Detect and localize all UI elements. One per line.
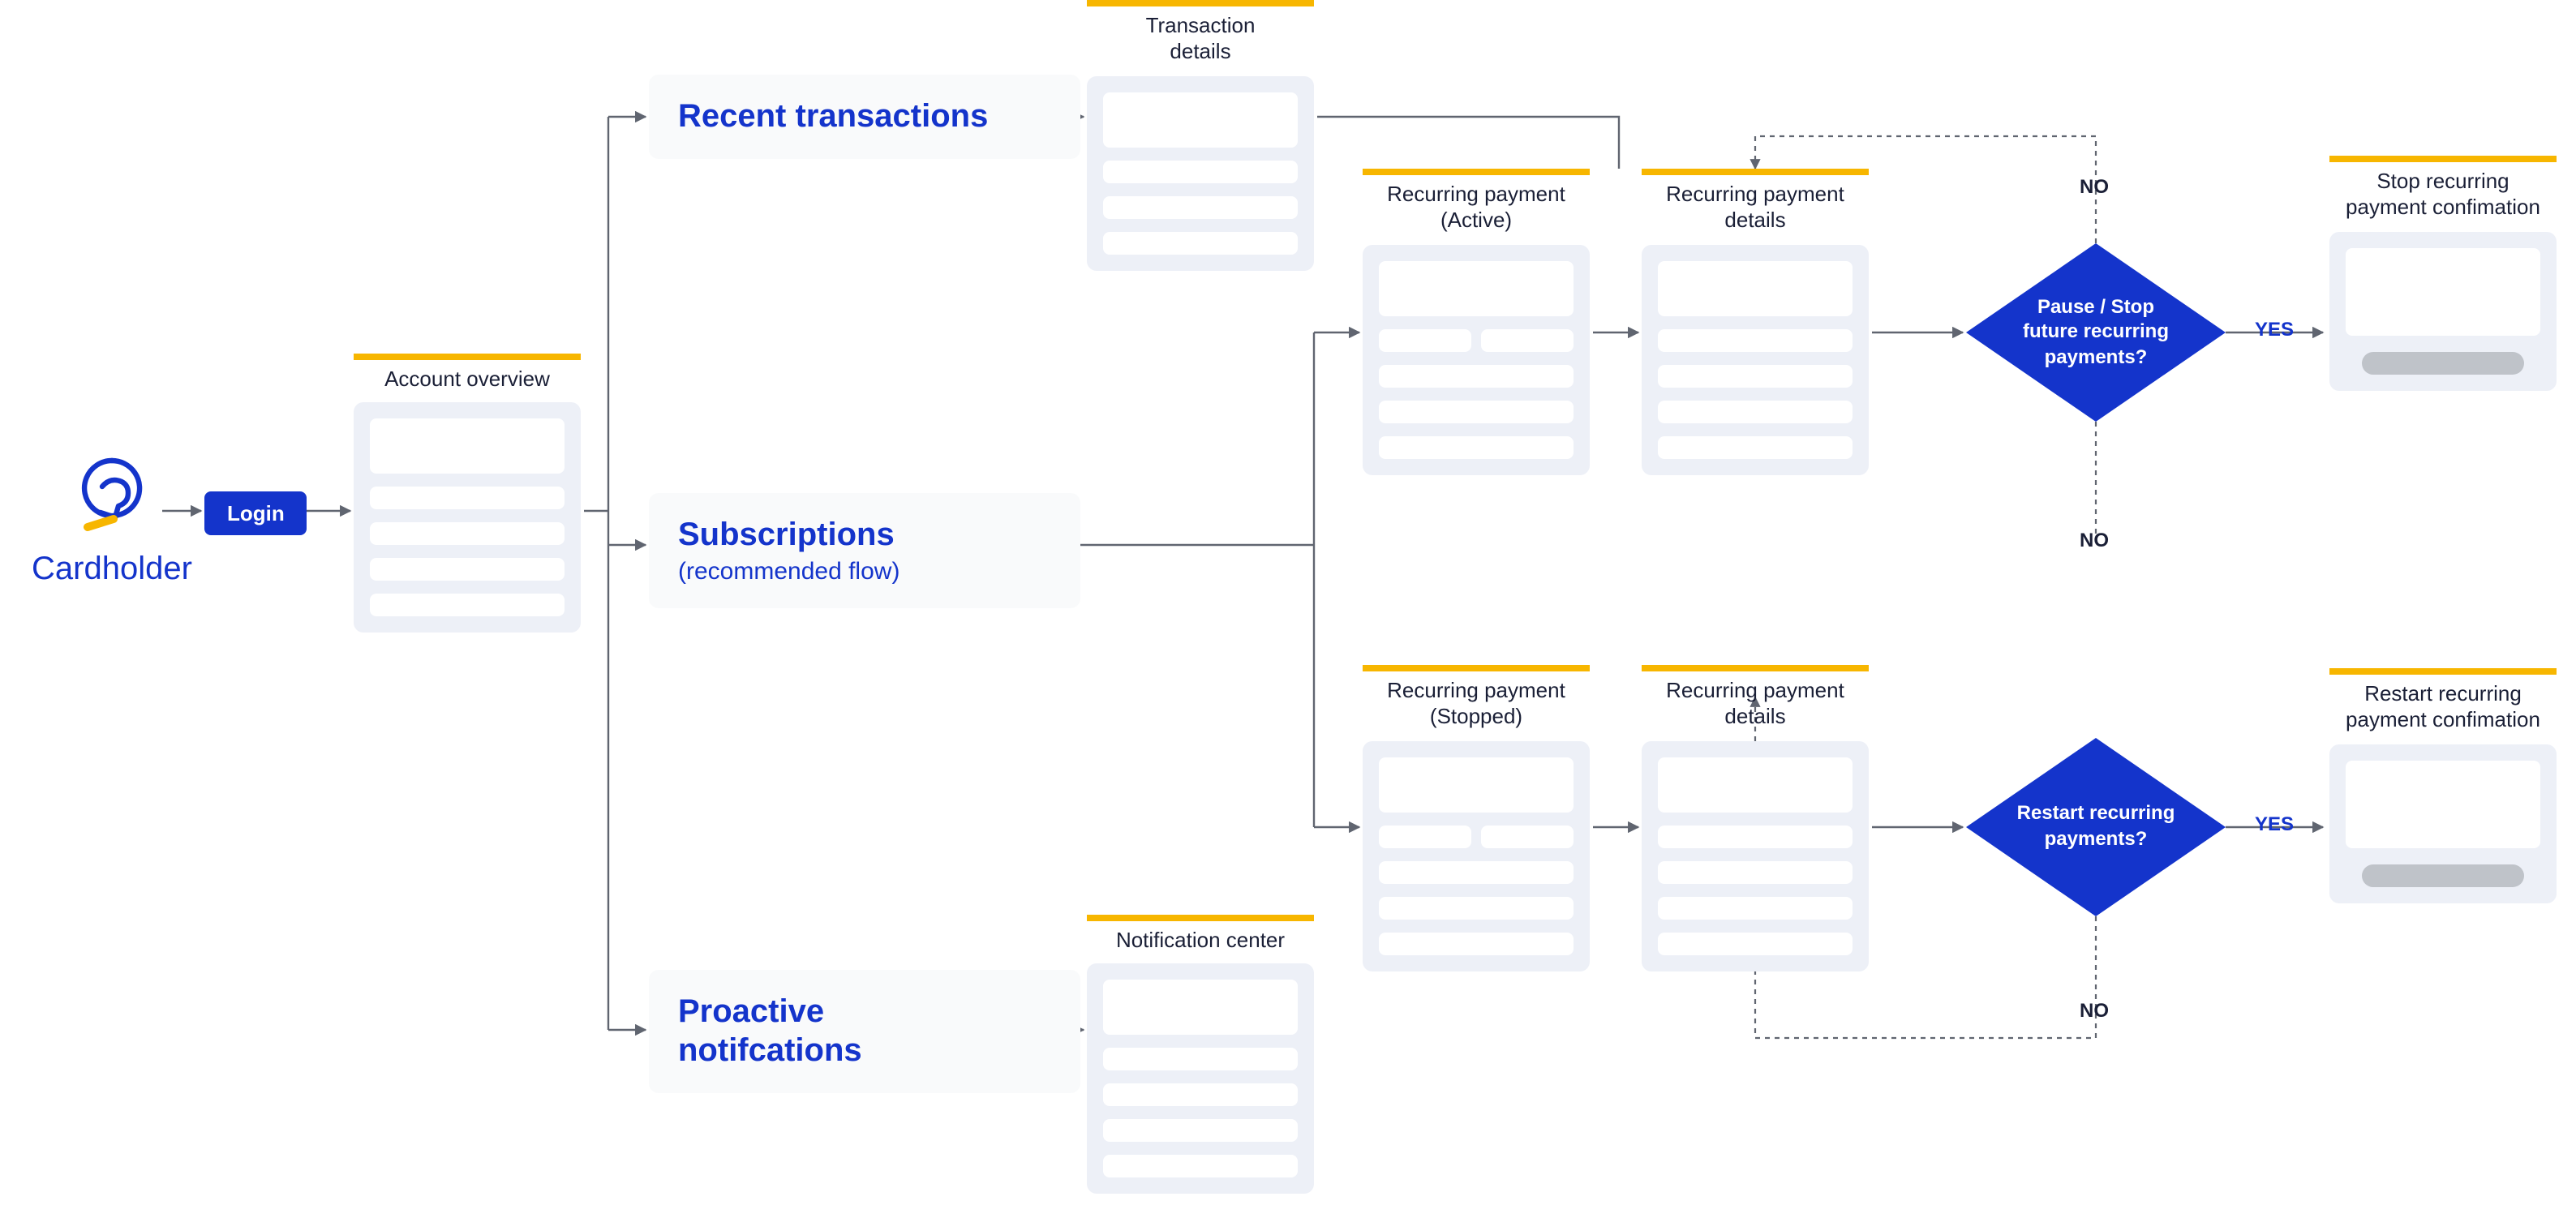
screen-rp-stopped-details: Recurring payment details	[1642, 665, 1869, 971]
screen-rp-stopped: Recurring payment (Stopped)	[1363, 665, 1590, 971]
login-button[interactable]: Login	[204, 491, 307, 535]
actor-cardholder: Cardholder	[23, 448, 201, 589]
login-label: Login	[227, 501, 285, 525]
screen-notification-center: Notification center	[1087, 915, 1314, 1194]
nav-title: Proactive notifcations	[678, 993, 1051, 1070]
edge-no-middle: NO	[2080, 529, 2109, 551]
nav-proactive-notifications[interactable]: Proactive notifcations	[649, 970, 1080, 1093]
screen-title: Account overview	[354, 360, 581, 403]
nav-title: Recent transactions	[678, 97, 1051, 136]
nav-subscriptions[interactable]: Subscriptions (recommended flow)	[649, 493, 1080, 608]
screen-title: Notification center	[1087, 921, 1314, 964]
actor-label: Cardholder	[23, 551, 201, 589]
decision-restart: Restart recurring payments?	[1966, 738, 2226, 916]
screen-account-overview: Account overview	[354, 354, 581, 633]
nav-title: Subscriptions	[678, 516, 1051, 555]
screen-title: Stop recurring payment confimation	[2329, 162, 2557, 231]
nav-subtitle: (recommended flow)	[678, 558, 1051, 585]
screen-restart-confirm: Restart recurring payment confimation	[2329, 668, 2557, 903]
decision-pause-stop: Pause / Stop future recurring payments?	[1966, 243, 2226, 422]
user-head-icon	[65, 448, 159, 542]
screen-title: Recurring payment details	[1642, 175, 1869, 244]
screen-title: Recurring payment (Stopped)	[1363, 671, 1590, 740]
screen-title: Restart recurring payment confimation	[2329, 675, 2557, 744]
nav-recent-transactions[interactable]: Recent transactions	[649, 75, 1080, 159]
screen-title: Transaction details	[1087, 6, 1314, 75]
screen-transaction-details: Transaction details	[1087, 0, 1314, 270]
decision-text: Restart recurring payments?	[1994, 802, 2198, 852]
screen-stop-confirm: Stop recurring payment confimation	[2329, 156, 2557, 390]
edge-no-bottom: NO	[2080, 999, 2109, 1022]
edge-yes-bottom: YES	[2255, 813, 2294, 835]
edge-yes-top: YES	[2255, 318, 2294, 341]
screen-title: Recurring payment (Active)	[1363, 175, 1590, 244]
decision-text: Pause / Stop future recurring payments?	[2000, 294, 2192, 371]
screen-rp-active-details: Recurring payment details	[1642, 169, 1869, 474]
screen-title: Recurring payment details	[1642, 671, 1869, 740]
edge-no-top: NO	[2080, 175, 2109, 198]
screen-rp-active: Recurring payment (Active)	[1363, 169, 1590, 474]
